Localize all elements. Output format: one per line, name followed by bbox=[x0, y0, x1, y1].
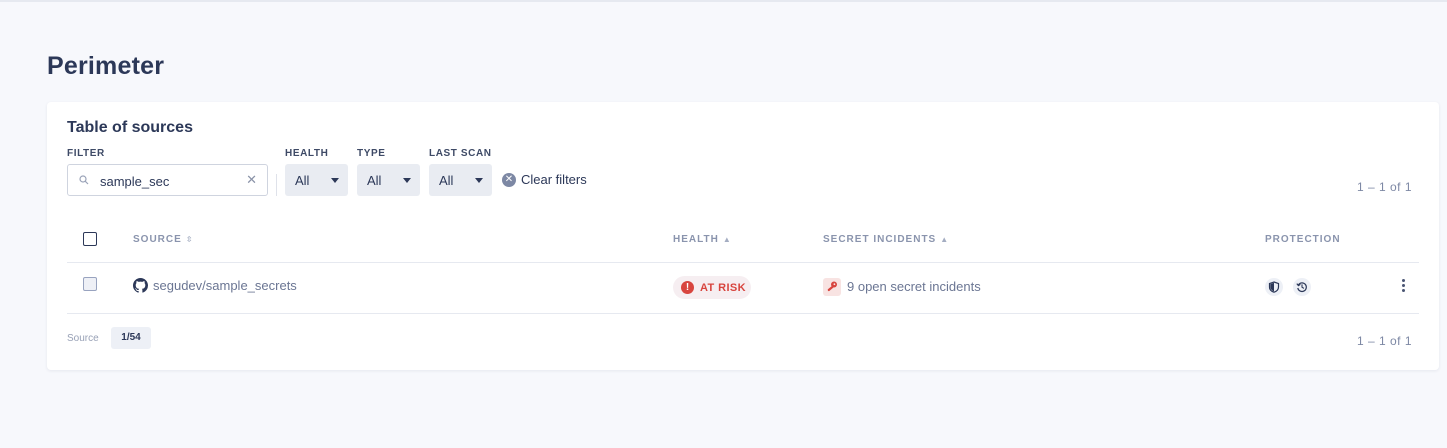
more-options-icon[interactable] bbox=[1402, 279, 1406, 295]
source-name: segudev/sample_secrets bbox=[153, 278, 297, 293]
health-dropdown[interactable]: All bbox=[285, 164, 348, 196]
clear-search-icon[interactable]: ✕ bbox=[246, 172, 257, 188]
page-title: Perimeter bbox=[47, 52, 165, 80]
secret-incidents-text: 9 open secret incidents bbox=[847, 279, 981, 294]
filter-divider bbox=[276, 174, 277, 196]
key-icon bbox=[823, 278, 841, 296]
row-checkbox[interactable] bbox=[83, 277, 97, 291]
history-icon[interactable] bbox=[1293, 278, 1311, 296]
type-dropdown-value: All bbox=[367, 173, 382, 188]
pagination-top: 1 – 1 of 1 bbox=[1356, 180, 1412, 194]
caret-down-icon bbox=[403, 178, 411, 183]
clear-filters-label: Clear filters bbox=[521, 172, 587, 187]
sort-icon: ⇳ bbox=[185, 235, 194, 244]
pagination-bottom: 1 – 1 of 1 bbox=[1356, 334, 1412, 348]
search-icon bbox=[79, 175, 89, 185]
column-header-health[interactable]: HEALTH ▲ bbox=[673, 234, 732, 245]
shield-icon[interactable] bbox=[1265, 278, 1283, 296]
github-icon bbox=[133, 278, 148, 293]
search-input[interactable]: sample_sec ✕ bbox=[67, 164, 268, 196]
card-title: Table of sources bbox=[67, 119, 193, 136]
caret-down-icon bbox=[331, 178, 339, 183]
sort-asc-icon: ▲ bbox=[722, 235, 732, 244]
last-scan-filter-label: LAST SCAN bbox=[429, 148, 492, 159]
health-status-badge: ! AT RISK bbox=[673, 276, 751, 299]
sources-card: Table of sources FILTER HEALTH TYPE LAST… bbox=[47, 102, 1439, 370]
column-header-source[interactable]: SOURCE ⇳ bbox=[133, 234, 194, 245]
sort-asc-icon: ▲ bbox=[940, 235, 950, 244]
header-divider bbox=[67, 262, 1419, 263]
health-dropdown-value: All bbox=[295, 173, 310, 188]
footer-source-count: 1/54 bbox=[111, 327, 151, 349]
last-scan-dropdown-value: All bbox=[439, 173, 454, 188]
alert-icon: ! bbox=[681, 281, 694, 294]
search-value: sample_sec bbox=[100, 174, 170, 189]
row-divider bbox=[67, 313, 1419, 314]
column-header-protection: PROTECTION bbox=[1265, 234, 1341, 245]
last-scan-dropdown[interactable]: All bbox=[429, 164, 492, 196]
clear-filters-icon: ✕ bbox=[502, 173, 516, 187]
top-divider bbox=[0, 0, 1447, 2]
type-dropdown[interactable]: All bbox=[357, 164, 420, 196]
footer-source-label: Source bbox=[67, 333, 99, 344]
caret-down-icon bbox=[475, 178, 483, 183]
column-header-secret-incidents[interactable]: SECRET INCIDENTS ▲ bbox=[823, 234, 949, 245]
health-filter-label: HEALTH bbox=[285, 148, 329, 159]
filter-label: FILTER bbox=[67, 148, 105, 159]
type-filter-label: TYPE bbox=[357, 148, 386, 159]
health-status-text: AT RISK bbox=[700, 282, 746, 294]
select-all-checkbox[interactable] bbox=[83, 232, 97, 246]
